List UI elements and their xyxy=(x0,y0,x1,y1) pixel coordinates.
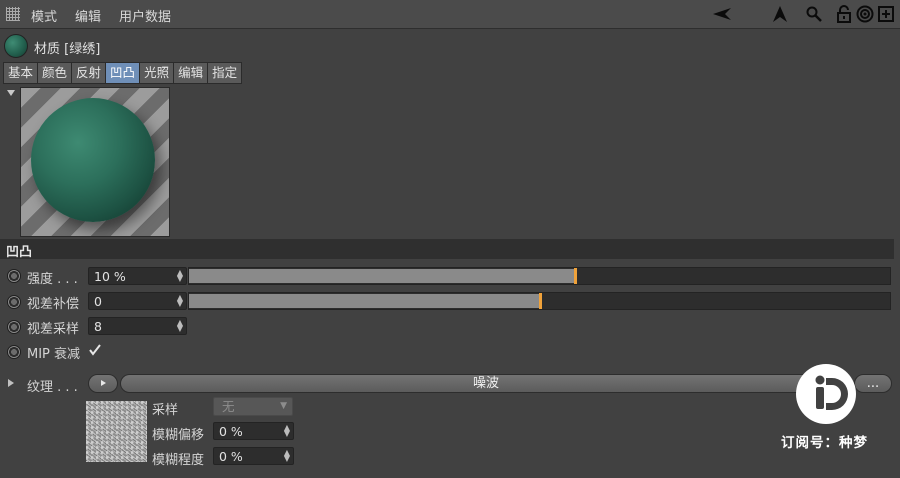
blur-scale-label: 模糊程度 xyxy=(152,453,205,468)
material-thumbnail xyxy=(4,34,28,58)
arrow-up-icon[interactable] xyxy=(770,4,790,24)
tab-editor[interactable]: 编辑 xyxy=(173,62,209,84)
sampling-dropdown[interactable]: 无 ▼ xyxy=(213,397,293,416)
blur-offset-label: 模糊偏移 xyxy=(152,428,205,443)
parallax-offset-label: 视差补偿 xyxy=(27,297,80,312)
texture-label: 纹理 . . . xyxy=(27,380,78,395)
texture-shader-name: 噪波 xyxy=(472,376,499,391)
menu-user-data[interactable]: 用户数据 xyxy=(119,6,171,25)
parallax-samples-input[interactable]: 8 ▲ ▼ xyxy=(88,317,187,335)
chevron-down-icon: ▼ xyxy=(280,401,287,411)
section-header: 凹凸 xyxy=(0,239,894,260)
strength-animate-radio[interactable] xyxy=(7,269,21,283)
spinner-arrows-icon[interactable]: ▲ ▼ xyxy=(177,269,183,283)
search-icon[interactable] xyxy=(804,4,824,24)
blur-scale-value: 0 % xyxy=(219,449,243,464)
menu-mode[interactable]: 模式 xyxy=(31,6,57,25)
parallax-samples-animate-radio[interactable] xyxy=(7,320,21,334)
mip-falloff-checkbox[interactable] xyxy=(88,343,102,357)
parallax-samples-label: 视差采样 xyxy=(27,322,80,337)
tab-bar: 基本 颜色 反射 凹凸 光照 编辑 指定 xyxy=(3,62,243,84)
target-icon[interactable] xyxy=(855,4,875,24)
preview-sphere xyxy=(31,98,155,222)
parallax-offset-slider[interactable] xyxy=(188,292,891,310)
strength-slider-handle[interactable] xyxy=(574,268,577,284)
mip-falloff-label: MIP 衰减 xyxy=(27,347,81,362)
mip-falloff-animate-radio[interactable] xyxy=(7,345,21,359)
grid-menu-icon[interactable] xyxy=(6,7,20,21)
strength-slider[interactable] xyxy=(188,267,891,285)
material-title: 材质 [绿绣] xyxy=(34,42,101,57)
menu-bar: 模式 编辑 用户数据 xyxy=(0,0,900,29)
parallax-offset-slider-fill xyxy=(189,294,540,308)
spinner-arrows-icon[interactable]: ▲ ▼ xyxy=(284,424,290,438)
parallax-offset-value: 0 xyxy=(94,294,102,309)
arrow-left-icon[interactable] xyxy=(712,4,732,24)
preview-collapse-toggle[interactable] xyxy=(7,90,15,96)
blur-offset-input[interactable]: 0 % ▲ ▼ xyxy=(213,422,294,440)
strength-input[interactable]: 10 % ▲ ▼ xyxy=(88,267,187,285)
tab-color[interactable]: 颜色 xyxy=(37,62,73,84)
strength-label: 强度 . . . xyxy=(27,272,78,287)
parallax-offset-slider-handle[interactable] xyxy=(539,293,542,309)
texture-arrow-button[interactable] xyxy=(88,374,118,393)
tab-reflectance[interactable]: 反射 xyxy=(71,62,107,84)
noise-texture-preview xyxy=(86,401,147,462)
tab-basic[interactable]: 基本 xyxy=(3,62,39,84)
menu-edit[interactable]: 编辑 xyxy=(75,6,101,25)
parallax-offset-animate-radio[interactable] xyxy=(7,295,21,309)
watermark-logo xyxy=(796,364,856,424)
section-title: 凹凸 xyxy=(6,245,33,260)
more-button-label: ... xyxy=(866,376,880,391)
add-panel-icon[interactable] xyxy=(876,4,896,24)
texture-shader-button[interactable]: 噪波 xyxy=(120,374,852,393)
spinner-arrows-icon[interactable]: ▲ ▼ xyxy=(177,319,183,333)
blur-offset-value: 0 % xyxy=(219,424,243,439)
spinner-arrows-icon[interactable]: ▲ ▼ xyxy=(284,449,290,463)
strength-value: 10 % xyxy=(94,269,126,284)
tab-illumination[interactable]: 光照 xyxy=(139,62,175,84)
blur-scale-input[interactable]: 0 % ▲ ▼ xyxy=(213,447,294,465)
texture-expand-toggle[interactable] xyxy=(8,379,14,387)
lock-icon[interactable] xyxy=(834,4,854,24)
sampling-value: 无 xyxy=(222,399,235,414)
tab-bump[interactable]: 凹凸 xyxy=(105,62,141,84)
spinner-arrows-icon[interactable]: ▲ ▼ xyxy=(177,294,183,308)
sampling-label: 采样 xyxy=(152,403,179,418)
tab-assignment[interactable]: 指定 xyxy=(207,62,243,84)
watermark-text: 订阅号：种梦 xyxy=(781,435,868,451)
checkmark-icon xyxy=(89,344,101,356)
parallax-samples-value: 8 xyxy=(94,319,102,334)
watermark-logo-icon xyxy=(815,375,848,410)
texture-more-button[interactable]: ... xyxy=(854,374,892,393)
parallax-offset-input[interactable]: 0 ▲ ▼ xyxy=(88,292,187,310)
material-preview xyxy=(20,87,170,237)
strength-slider-fill xyxy=(189,269,575,283)
play-arrow-icon xyxy=(101,380,106,386)
